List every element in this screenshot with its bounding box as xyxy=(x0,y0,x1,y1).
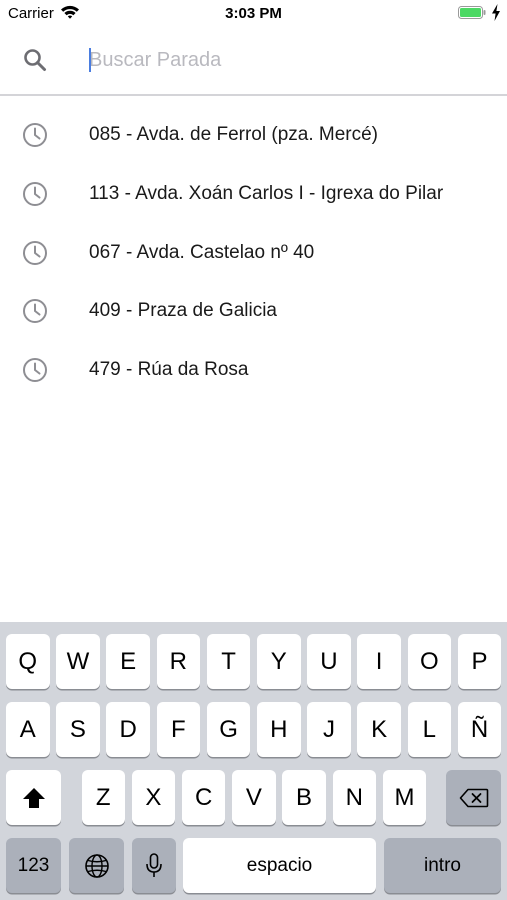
recent-stop-item[interactable]: 085 - Avda. de Ferrol (pza. Mercé) xyxy=(0,106,507,165)
recent-stop-item[interactable]: 113 - Avda. Xoán Carlos I - Igrexa do Pi… xyxy=(0,165,507,224)
recent-stop-label: 085 - Avda. de Ferrol (pza. Mercé) xyxy=(89,124,378,145)
recent-stops-list: 085 - Avda. de Ferrol (pza. Mercé) 113 -… xyxy=(0,106,507,400)
recent-stop-item[interactable]: 067 - Avda. Castelao nº 40 xyxy=(0,224,507,283)
text-cursor xyxy=(89,48,91,72)
shift-icon xyxy=(22,787,45,808)
key-f[interactable]: F xyxy=(156,702,201,757)
clock-icon xyxy=(23,358,47,383)
key-y[interactable]: Y xyxy=(257,634,301,689)
key-k[interactable]: K xyxy=(357,702,401,757)
recent-stop-label: 067 - Avda. Castelao nº 40 xyxy=(89,241,315,263)
recent-stop-item[interactable]: 479 - Rúa da Rosa xyxy=(0,341,507,400)
key-b[interactable]: B xyxy=(282,770,326,825)
key-t[interactable]: T xyxy=(206,634,251,689)
key-j[interactable]: J xyxy=(307,702,351,757)
search-icon xyxy=(24,49,46,71)
globe-icon xyxy=(84,853,109,878)
keyboard: Q W E R T Y U I O P A S D F G H J K L Ñ … xyxy=(0,622,507,900)
recent-stop-label: 113 - Avda. Xoán Carlos I - Igrexa do Pi… xyxy=(89,182,444,204)
key-w[interactable]: W xyxy=(56,634,100,689)
clock-icon xyxy=(23,181,47,206)
key-s[interactable]: S xyxy=(56,702,100,757)
status-time: 3:03 PM xyxy=(225,5,282,22)
key-l[interactable]: L xyxy=(407,702,452,757)
globe-key[interactable] xyxy=(69,838,124,893)
key-c[interactable]: C xyxy=(181,770,226,825)
clock-icon xyxy=(23,123,47,147)
key-g[interactable]: G xyxy=(206,702,251,757)
key-q[interactable]: Q xyxy=(6,634,50,689)
key-m[interactable]: M xyxy=(382,770,427,825)
key-u[interactable]: U xyxy=(307,634,351,689)
clock-icon xyxy=(23,240,47,265)
search-bar xyxy=(0,28,507,96)
key-n[interactable]: N xyxy=(332,770,376,825)
key-p[interactable]: P xyxy=(457,634,502,689)
recent-stop-item[interactable]: 409 - Praza de Galicia xyxy=(0,282,507,341)
numbers-key[interactable]: 123 xyxy=(6,838,61,893)
key-a[interactable]: A xyxy=(6,702,50,757)
search-input[interactable] xyxy=(89,44,479,76)
delete-key[interactable] xyxy=(446,770,501,825)
key-e[interactable]: E xyxy=(106,634,150,689)
space-key[interactable]: espacio xyxy=(183,838,376,893)
clock-icon xyxy=(23,299,47,324)
return-key[interactable]: intro xyxy=(384,838,501,893)
microphone-key[interactable] xyxy=(132,838,176,893)
recent-stop-label: 409 - Praza de Galicia xyxy=(89,300,277,322)
microphone-icon xyxy=(145,852,162,877)
charging-bolt-icon xyxy=(492,4,500,21)
key-o[interactable]: O xyxy=(407,634,452,689)
shift-key[interactable] xyxy=(6,770,61,825)
recent-stop-label: 479 - Rúa da Rosa xyxy=(89,359,249,381)
key-v[interactable]: V xyxy=(232,770,276,825)
battery-icon xyxy=(458,6,486,19)
key-i[interactable]: I xyxy=(357,634,401,689)
key-r[interactable]: R xyxy=(156,634,201,689)
key-d[interactable]: D xyxy=(106,702,150,757)
key-x[interactable]: X xyxy=(131,770,176,825)
delete-icon xyxy=(459,788,488,807)
key-h[interactable]: H xyxy=(257,702,301,757)
key-enye[interactable]: Ñ xyxy=(457,702,502,757)
status-bar: Carrier 3:03 PM xyxy=(0,0,507,28)
key-z[interactable]: Z xyxy=(81,770,125,825)
